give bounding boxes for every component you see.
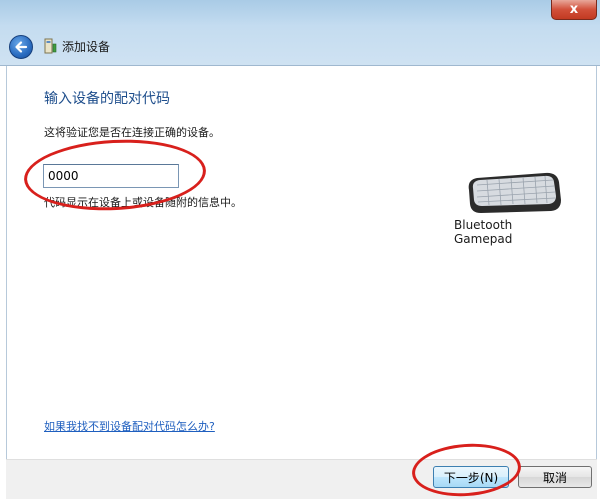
pairing-code-input[interactable] bbox=[43, 164, 179, 188]
keyboard-icon bbox=[468, 172, 561, 213]
add-device-icon bbox=[44, 38, 57, 54]
close-button[interactable]: x bbox=[551, 0, 597, 20]
cancel-button[interactable]: 取消 bbox=[518, 466, 592, 488]
title-bar bbox=[0, 0, 600, 66]
page-heading: 输入设备的配对代码 bbox=[44, 91, 170, 107]
help-link[interactable]: 如果我找不到设备配对代码怎么办? bbox=[44, 418, 215, 434]
back-button[interactable] bbox=[9, 35, 33, 59]
close-icon: x bbox=[569, 2, 579, 17]
next-button[interactable]: 下一步(N) bbox=[433, 466, 509, 488]
device-name: Bluetooth Gamepad bbox=[454, 218, 513, 246]
back-arrow-icon bbox=[15, 41, 28, 53]
page-description: 这将验证您是否在连接正确的设备。 bbox=[44, 126, 220, 139]
code-hint: 代码显示在设备上或设备随附的信息中。 bbox=[44, 196, 242, 209]
window-title: 添加设备 bbox=[62, 40, 111, 54]
